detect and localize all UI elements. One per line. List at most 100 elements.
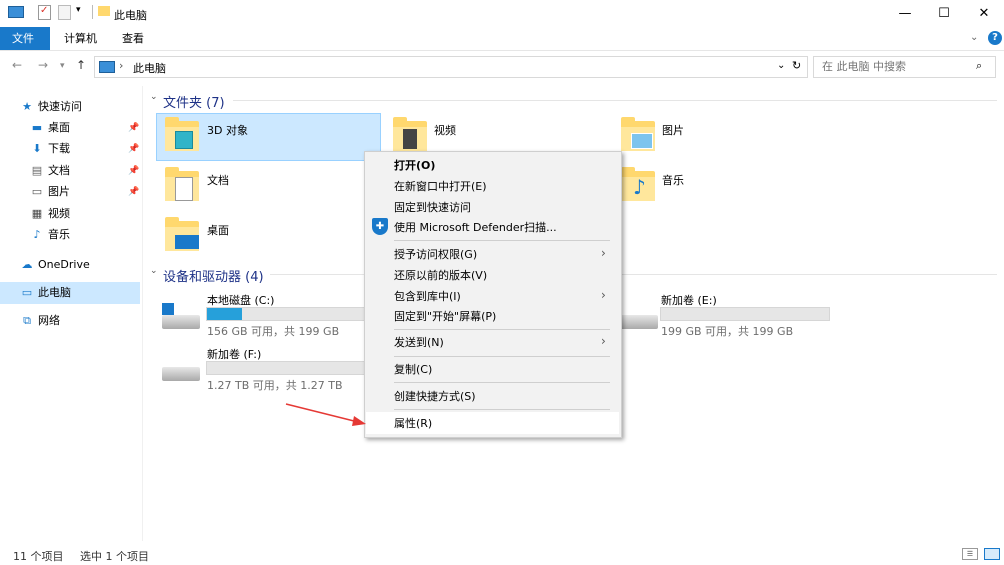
menu-item-properties[interactable]: 属性(R)	[394, 415, 432, 433]
nav-onedrive-label: OneDrive	[38, 258, 90, 271]
folders-group-header[interactable]: 文件夹 (7)	[163, 92, 225, 111]
pane-divider[interactable]	[142, 86, 143, 541]
menu-item-open-new-window[interactable]: 在新窗口中打开(E)	[394, 178, 487, 196]
submenu-arrow-icon: ›	[601, 334, 606, 348]
desktop-folder-icon	[165, 217, 199, 251]
nav-item-videos[interactable]: ▦ 视频	[30, 204, 70, 224]
address-computer-icon	[99, 61, 115, 73]
document-icon: ▤	[31, 164, 43, 177]
menu-item-restore-versions[interactable]: 还原以前的版本(V)	[394, 267, 487, 285]
videos-folder-icon	[393, 117, 427, 151]
drive-usage-fill	[207, 308, 242, 320]
refresh-icon[interactable]: ↻	[792, 59, 801, 72]
large-icons-view-icon[interactable]	[984, 548, 1000, 560]
picture-icon: ▭	[31, 185, 43, 198]
help-icon[interactable]: ?	[988, 31, 1002, 45]
menu-item-create-shortcut[interactable]: 创建快捷方式(S)	[394, 388, 476, 406]
annotation-arrow-icon	[285, 403, 366, 426]
folder-label[interactable]: 图片	[662, 122, 684, 138]
nav-quick-access[interactable]: ★ 快速访问	[20, 97, 82, 117]
tab-file[interactable]: 文件	[0, 27, 50, 50]
drive-space-info: 199 GB 可用，共 199 GB	[661, 325, 794, 338]
breadcrumb-this-pc[interactable]: 此电脑	[133, 60, 166, 76]
pin-icon[interactable]: 📌	[128, 166, 139, 176]
menu-item-copy[interactable]: 复制(C)	[394, 361, 432, 379]
nav-network[interactable]: ⧉ 网络	[20, 311, 60, 331]
tab-computer[interactable]: 计算机	[52, 27, 109, 50]
title-bar: ✓ ▾ 此电脑 — ☐ ✕	[0, 0, 1004, 27]
maximize-button[interactable]: ☐	[924, 0, 964, 27]
nav-item-pictures[interactable]: ▭ 图片	[30, 182, 70, 202]
menu-item-pin-quick-access[interactable]: 固定到快速访问	[394, 199, 471, 217]
collapse-chevron-icon[interactable]: ⌄	[150, 92, 158, 102]
breadcrumb-chevron-icon[interactable]: ›	[119, 59, 123, 72]
pin-icon[interactable]: 📌	[128, 187, 139, 197]
menu-item-defender-scan[interactable]: 使用 Microsoft Defender扫描...	[394, 219, 557, 237]
nav-item-label: 视频	[48, 207, 70, 220]
title-separator	[92, 5, 93, 19]
search-box[interactable]: ⌕	[813, 56, 996, 78]
pictures-folder-icon	[621, 117, 655, 151]
group-divider	[233, 100, 997, 101]
folder-label[interactable]: 桌面	[207, 222, 229, 238]
nav-item-label: 音乐	[48, 228, 70, 241]
network-icon: ⧉	[23, 314, 31, 327]
nav-this-pc-label: 此电脑	[38, 286, 71, 299]
up-arrow-icon[interactable]: ↑	[76, 58, 86, 72]
recent-locations-icon[interactable]: ▾	[60, 61, 65, 71]
menu-item-include-library[interactable]: 包含到库中(I)	[394, 288, 461, 306]
pin-icon[interactable]: 📌	[128, 123, 139, 133]
quick-access-toolbar-dropdown-icon[interactable]: ▾	[76, 5, 81, 15]
search-icon[interactable]: ⌕	[976, 59, 982, 73]
folder-label[interactable]: 文档	[207, 172, 229, 188]
nav-item-desktop[interactable]: ▬ 桌面	[30, 118, 70, 138]
menu-separator	[394, 409, 610, 410]
desktop-icon: ▬	[31, 121, 43, 134]
status-item-count: 11 个项目	[13, 550, 64, 563]
address-bar[interactable]: › 此电脑 ⌄ ↻	[94, 56, 808, 78]
nav-item-music[interactable]: ♪ 音乐	[30, 225, 70, 245]
nav-item-downloads[interactable]: ⬇ 下载	[30, 139, 70, 159]
drive-usage-bar	[206, 307, 366, 321]
devices-group-header[interactable]: 设备和驱动器 (4)	[163, 266, 264, 285]
drive-name[interactable]: 本地磁盘 (C:)	[207, 292, 274, 308]
properties-icon[interactable]: ✓	[38, 5, 51, 20]
nav-this-pc[interactable]: ▭ 此电脑	[20, 283, 71, 303]
minimize-button[interactable]: —	[885, 0, 925, 27]
nav-quick-access-label: 快速访问	[38, 100, 82, 113]
submenu-arrow-icon: ›	[601, 288, 606, 302]
search-input[interactable]	[820, 59, 974, 74]
menu-item-give-access[interactable]: 授予访问权限(G)	[394, 246, 477, 264]
drive-name[interactable]: 新加卷 (E:)	[661, 292, 717, 308]
menu-item-open[interactable]: 打开(O)	[394, 157, 435, 175]
drive-name[interactable]: 新加卷 (F:)	[207, 346, 261, 362]
computer-icon: ▭	[21, 286, 33, 299]
menu-item-pin-start[interactable]: 固定到"开始"屏幕(P)	[394, 308, 496, 326]
nav-onedrive[interactable]: ☁ OneDrive	[20, 255, 90, 275]
new-folder-icon[interactable]	[58, 5, 71, 20]
tab-view[interactable]: 查看	[110, 27, 156, 50]
nav-item-label: 图片	[48, 185, 70, 198]
defender-shield-icon: ✚	[372, 218, 388, 235]
forward-arrow-icon[interactable]: →	[38, 58, 48, 72]
close-button[interactable]: ✕	[964, 0, 1004, 27]
folder-label: 3D 对象	[207, 124, 248, 137]
address-dropdown-icon[interactable]: ⌄	[777, 60, 785, 71]
pin-icon[interactable]: 📌	[128, 144, 139, 154]
folder-label[interactable]: 音乐	[662, 172, 684, 188]
menu-item-send-to[interactable]: 发送到(N)	[394, 334, 444, 352]
music-icon: ♪	[33, 228, 41, 241]
drive-usage-bar	[660, 307, 830, 321]
drive-space-info: 1.27 TB 可用，共 1.27 TB	[207, 379, 343, 392]
menu-separator	[394, 356, 610, 357]
back-arrow-icon[interactable]: ←	[12, 58, 22, 72]
folder-label[interactable]: 视频	[434, 122, 456, 138]
collapse-chevron-icon[interactable]: ⌄	[150, 266, 158, 276]
hard-drive-icon	[620, 315, 658, 329]
music-folder-icon: ♪	[621, 167, 655, 201]
nav-item-label: 文档	[48, 164, 70, 177]
details-view-icon[interactable]: ☰	[962, 548, 978, 560]
nav-item-documents[interactable]: ▤ 文档	[30, 161, 70, 181]
status-selected-count: 选中 1 个项目	[80, 550, 149, 563]
ribbon-expand-icon[interactable]: ⌄	[970, 32, 978, 43]
